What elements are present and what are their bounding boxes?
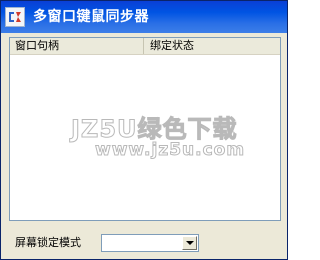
- window-handle-list[interactable]: 窗口句柄 绑定状态: [9, 37, 281, 221]
- chevron-down-icon: [186, 241, 194, 245]
- main-window: 多窗口键鼠同步器 窗口句柄 绑定状态 JZ5U绿色下载 www.jz5u.com…: [0, 0, 288, 260]
- title-bar[interactable]: 多窗口键鼠同步器: [1, 1, 287, 33]
- column-header-bind-status[interactable]: 绑定状态: [145, 38, 280, 54]
- list-header: 窗口句柄 绑定状态: [10, 38, 280, 55]
- lock-mode-select[interactable]: [101, 234, 199, 252]
- window-title: 多窗口键鼠同步器: [33, 9, 149, 25]
- app-icon[interactable]: [5, 7, 25, 27]
- lock-mode-label: 屏幕锁定模式: [15, 236, 81, 249]
- list-body[interactable]: [10, 55, 280, 220]
- dropdown-button[interactable]: [182, 236, 197, 250]
- column-header-window-handle[interactable]: 窗口句柄: [10, 38, 144, 54]
